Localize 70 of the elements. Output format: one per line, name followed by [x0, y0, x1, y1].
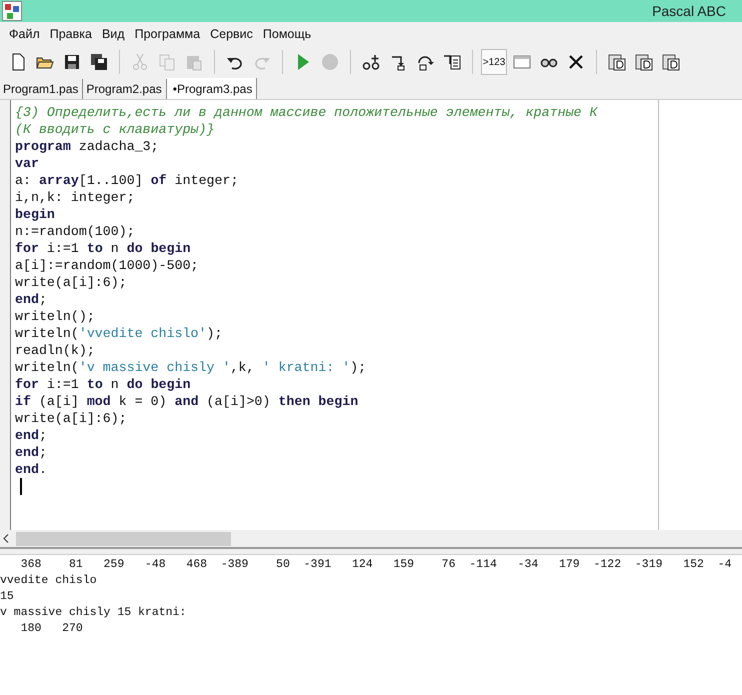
code-text: integer; — [174, 173, 238, 188]
output-line: 368 81 259 -48 468 -389 50 -391 124 159 76 -114 -34 179 -122 -319 152 -4 — [20, 557, 732, 573]
code-text: i,n,k: integer; — [15, 190, 135, 205]
menu-item[interactable]: Программа — [130, 27, 206, 41]
code-text: (a[i] — [38, 394, 80, 409]
code-text: ; — [38, 445, 47, 460]
code-string: 'vvedite chislo' — [78, 326, 207, 341]
code-keyword: end — [15, 292, 39, 307]
output-line: v massive chisly 15 kratni: — [0, 605, 186, 621]
code-keyword: end — [15, 462, 39, 477]
code-string: ' kratni: ' — [262, 360, 350, 375]
app-logo-icon — [2, 1, 22, 21]
code-text: ); — [206, 326, 222, 341]
code-text: . — [38, 462, 47, 477]
code-keyword: mod — [86, 394, 111, 409]
code-text: ,k, — [230, 360, 256, 375]
code-keyword: and — [174, 394, 199, 409]
text-cursor — [20, 478, 22, 495]
code-keyword: for — [15, 377, 39, 392]
code-keyword: do begin — [126, 377, 191, 392]
code-keyword: end — [15, 445, 39, 460]
code-keyword: end — [15, 428, 39, 443]
code-keyword: program — [15, 139, 71, 154]
code-text: a[i]:=random(1000)-500; — [15, 258, 199, 273]
code-keyword: then begin — [278, 394, 358, 409]
menu-item[interactable]: Файл — [4, 27, 45, 41]
output-line: 180 270 — [20, 621, 83, 637]
menu-item[interactable]: Правка — [44, 27, 97, 41]
code-text: zadacha_3; — [78, 139, 159, 154]
code-keyword: begin — [15, 207, 55, 222]
code-text: [1..100] — [78, 173, 144, 188]
menu-item[interactable]: Сервис — [205, 27, 258, 41]
file-tab[interactable]: •Program3.pas — [166, 78, 258, 99]
code-string: 'v massive chisly ' — [78, 360, 230, 375]
code-text: writeln( — [15, 360, 79, 375]
code-text: n — [110, 377, 120, 392]
window-title: Pascal ABC — [652, 3, 726, 19]
menu-item[interactable]: Вид — [96, 27, 130, 41]
code-keyword: for — [15, 241, 39, 256]
code-text: n:=random(100); — [15, 224, 135, 239]
code-text: write(a[i]:6); — [15, 275, 127, 290]
code-text: i:=1 — [46, 377, 80, 392]
code-keyword: to — [86, 241, 103, 256]
code-comment: (К вводить с клавиатуры)} — [15, 122, 214, 137]
code-text: a: — [15, 173, 32, 188]
scrollbar-thumb[interactable] — [16, 532, 231, 546]
code-keyword: to — [86, 377, 103, 392]
code-text: ); — [350, 360, 366, 375]
code-keyword: if — [15, 394, 31, 409]
code-text: readln(k); — [15, 343, 95, 358]
code-keyword: of — [150, 173, 167, 188]
code-keyword: var — [15, 156, 39, 171]
menu-item[interactable]: Помощь — [258, 27, 316, 41]
code-keyword: do begin — [126, 241, 191, 256]
code-text: i:=1 — [46, 241, 80, 256]
code-text: ; — [38, 428, 47, 443]
code-text: k = 0) — [118, 394, 168, 409]
code-text: n — [110, 241, 120, 256]
code-keyword: array — [38, 173, 79, 188]
horizontal-scrollbar[interactable] — [0, 530, 742, 547]
code-editor[interactable] — [0, 100, 742, 547]
code-text: writeln(); — [15, 309, 95, 324]
code-text: (a[i]>0) — [206, 394, 272, 409]
output-toggle-button[interactable]: >123 — [481, 49, 507, 75]
output-line: 15 — [0, 589, 14, 605]
code-text: ; — [38, 292, 47, 307]
code-comment: {3) Определить,есть ли в данном массиве положительные элементы, кратные К — [15, 105, 598, 120]
code-text: writeln( — [15, 326, 79, 341]
output-line: vvedite chislo — [0, 573, 97, 589]
code-text: write(a[i]:6); — [15, 411, 127, 426]
